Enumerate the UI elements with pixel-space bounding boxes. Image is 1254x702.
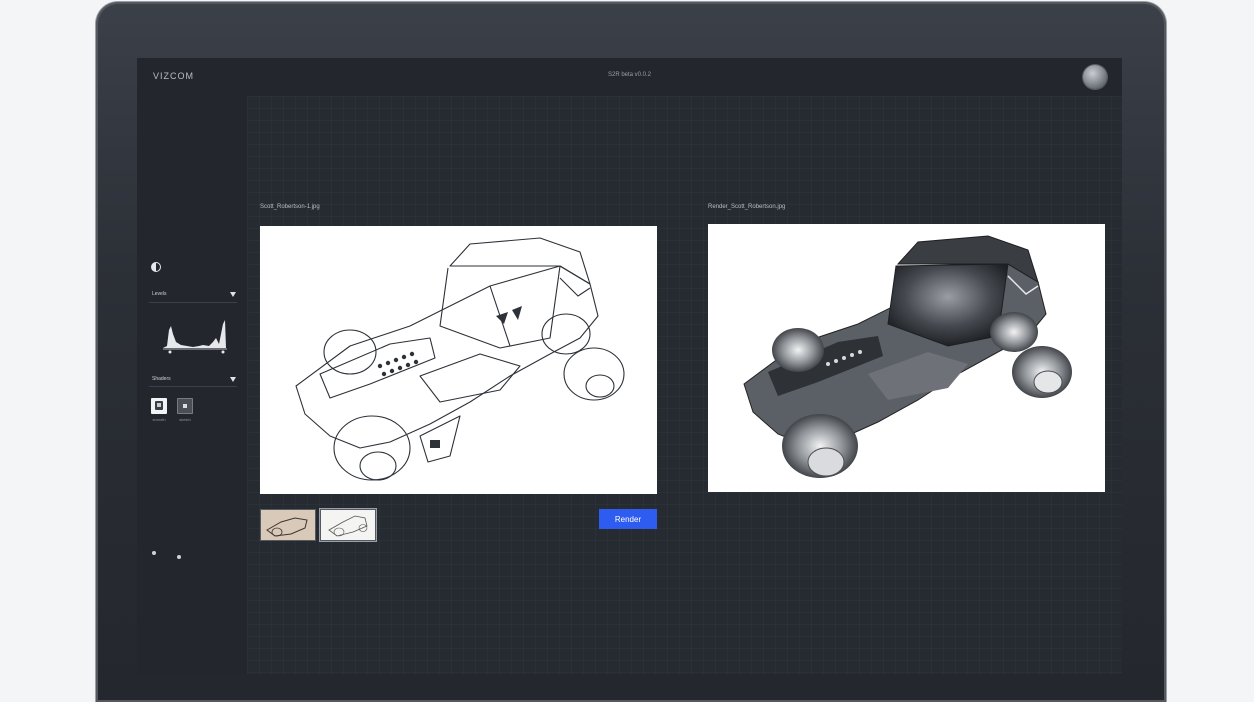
- shader-sketch-icon: [183, 404, 187, 408]
- app-title: S2R beta v0.0.2: [607, 72, 652, 78]
- shader-smooth-icon: [155, 401, 163, 410]
- thumbnail-original[interactable]: [260, 509, 316, 541]
- shader-smooth-option[interactable]: [151, 398, 167, 414]
- shaders-label: Shaders: [152, 376, 171, 382]
- levels-divider: [149, 302, 237, 303]
- shaders-collapse-icon[interactable]: [230, 377, 236, 382]
- thumbnail-original-image: [266, 517, 308, 537]
- rendered-image: [743, 235, 1072, 478]
- levels-black-point-handle[interactable]: [168, 350, 172, 354]
- render-button[interactable]: Render: [599, 509, 657, 529]
- rendered-output-panel[interactable]: [708, 224, 1105, 492]
- shader-sketch-option[interactable]: [177, 398, 193, 414]
- output-file-name: Render_Scott_Robertson.jpg: [708, 204, 786, 210]
- contrast-icon[interactable]: [151, 262, 161, 272]
- user-avatar[interactable]: [1083, 65, 1107, 89]
- sketch-image: [295, 237, 625, 481]
- input-file-name: Scott_Robertson-1.jpg: [260, 204, 320, 210]
- thumbnail-sketch[interactable]: [320, 509, 376, 541]
- tool-dot-icon[interactable]: [152, 551, 156, 555]
- levels-histogram: [163, 320, 227, 354]
- tool-dot-icon-secondary[interactable]: [177, 555, 181, 559]
- shaders-divider: [149, 386, 237, 387]
- app-window: VIZCOM S2R beta v0.0.2 Levels Shaders sm…: [137, 58, 1122, 674]
- levels-label: Levels: [152, 291, 167, 297]
- thumbnail-sketch-image: [328, 515, 368, 537]
- shader-smooth-label: smooth: [152, 417, 166, 422]
- input-sketch-panel[interactable]: [260, 226, 657, 494]
- levels-white-point-handle[interactable]: [221, 350, 225, 354]
- levels-collapse-icon[interactable]: [230, 292, 236, 297]
- shader-sketch-label: sketch: [179, 417, 191, 422]
